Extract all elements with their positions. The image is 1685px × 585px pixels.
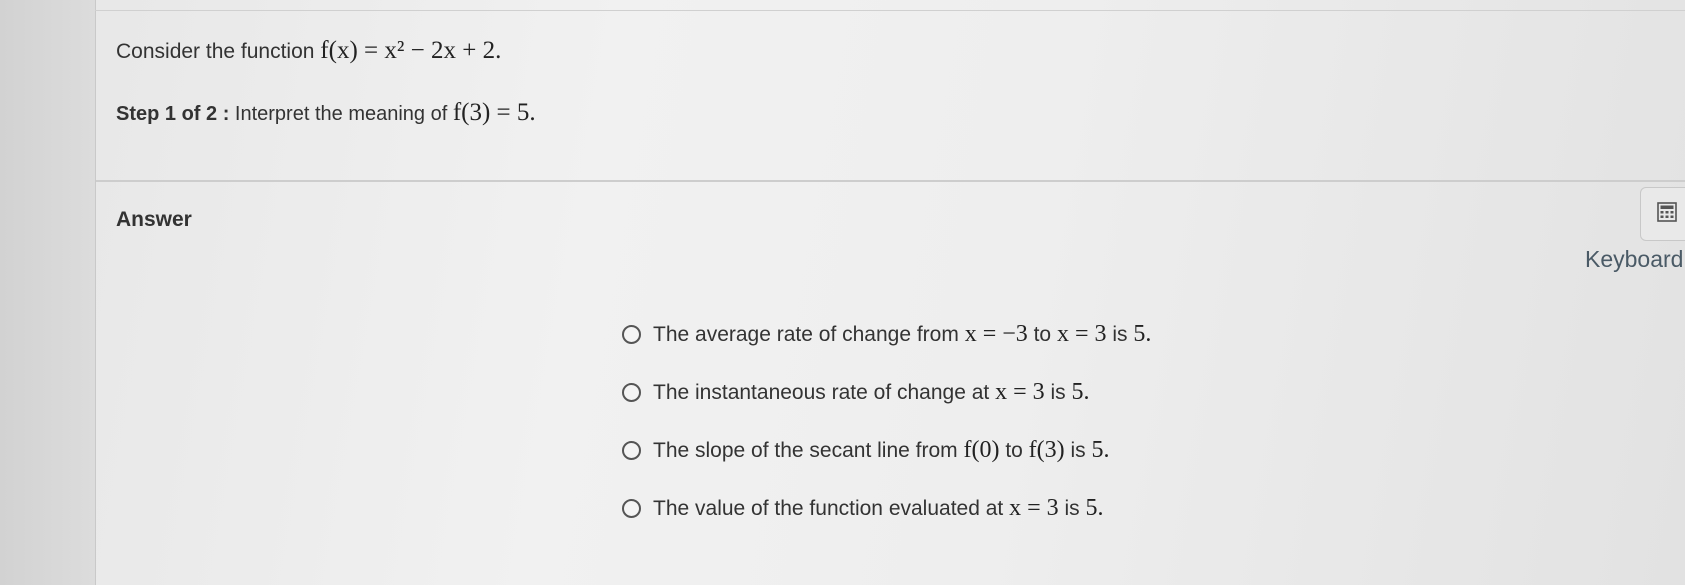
step-label: Step 1 of 2 :	[116, 103, 230, 125]
step-instruction: Step 1 of 2 : Interpret the meaning of f…	[116, 99, 536, 127]
radio-button[interactable]	[622, 498, 641, 518]
radio-button[interactable]	[622, 382, 641, 402]
question-panel: Consider the function f(x) = x² − 2x + 2…	[96, 11, 1685, 180]
option-text: The instantaneous rate of change at x = …	[653, 378, 1090, 405]
function-definition: f(x) = x² − 2x + 2.	[320, 37, 502, 64]
question-page: Consider the function f(x) = x² − 2x + 2…	[0, 0, 1685, 585]
radio-button[interactable]	[622, 324, 641, 344]
calculator-icon	[1657, 202, 1677, 222]
question-intro: Consider the function	[116, 40, 321, 63]
step-math: f(3) = 5.	[452, 99, 536, 126]
left-margin	[0, 0, 96, 585]
option-text: The average rate of change from x = −3 t…	[653, 320, 1152, 347]
keyboard-label[interactable]: Keyboard	[1585, 246, 1683, 273]
answer-option-3[interactable]: The slope of the secant line from f(0) t…	[622, 434, 1110, 466]
answer-option-1[interactable]: The average rate of change from x = −3 t…	[622, 318, 1151, 350]
radio-button[interactable]	[622, 440, 641, 460]
answer-option-2[interactable]: The instantaneous rate of change at x = …	[622, 376, 1089, 408]
answer-option-4[interactable]: The value of the function evaluated at x…	[622, 492, 1103, 524]
question-text: Consider the function f(x) = x² − 2x + 2…	[116, 37, 501, 65]
option-text: The value of the function evaluated at x…	[653, 494, 1104, 521]
step-text: Interpret the meaning of	[229, 103, 453, 125]
keyboard-button[interactable]	[1640, 187, 1685, 241]
section-divider	[96, 180, 1685, 182]
answer-heading: Answer	[116, 208, 192, 231]
option-text: The slope of the secant line from f(0) t…	[653, 436, 1110, 463]
